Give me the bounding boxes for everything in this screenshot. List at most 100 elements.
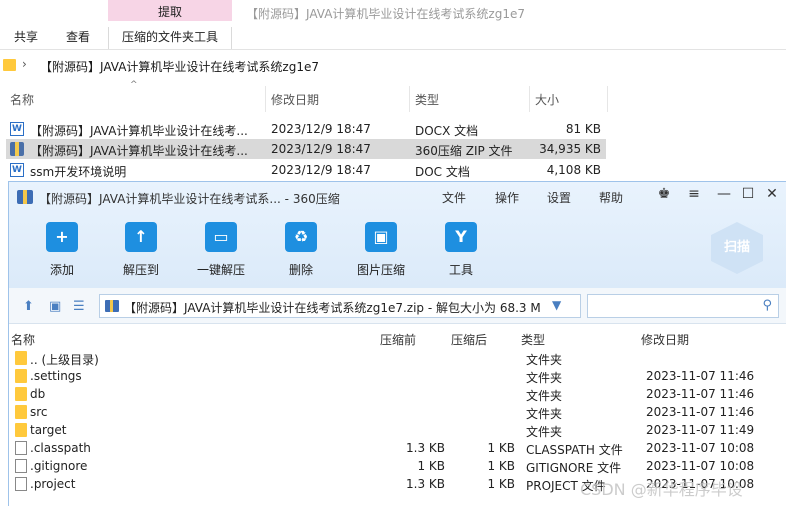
- zip-entry-name: db: [30, 387, 46, 401]
- zip-column-modified[interactable]: 修改日期: [641, 331, 689, 348]
- file-row[interactable]: W 【附源码】JAVA计算机毕业设计在线考... 2023/12/9 18:47…: [6, 119, 606, 139]
- zip-entry-modified: 2023-11-07 11:46: [646, 387, 755, 401]
- folder-icon: [15, 351, 27, 365]
- zip-entry-row[interactable]: .settings 文件夹 2023-11-07 11:46: [9, 367, 786, 385]
- zip-entry-row[interactable]: .gitignore 1 KB 1 KB GITIGNORE 文件 2023-11-07…: [9, 457, 786, 475]
- folder-icon: [3, 59, 16, 71]
- file-modified: 2023/12/9 18:47: [271, 142, 371, 156]
- zip-entry-row[interactable]: src 文件夹 2023-11-07 11:46: [9, 403, 786, 421]
- search-input[interactable]: ⚲: [587, 294, 779, 318]
- zip-entry-modified: 2023-11-07 10:08: [646, 441, 755, 455]
- up-arrow-icon[interactable]: ⬆: [23, 299, 34, 314]
- zip-entry-row[interactable]: .classpath 1.3 KB 1 KB CLASSPATH 文件 2023-11-…: [9, 439, 786, 457]
- column-header-name[interactable]: 名称: [10, 91, 34, 108]
- one-click-extract-icon: ▭: [205, 222, 237, 252]
- zip-entry-row[interactable]: .. (上级目录) 文件夹: [9, 349, 786, 367]
- tab-extract[interactable]: 提取: [108, 3, 232, 20]
- zip-column-after[interactable]: 压缩后: [451, 331, 487, 348]
- file-icon: [15, 459, 27, 473]
- zip-path-box[interactable]: 【附源码】JAVA计算机毕业设计在线考试系统zg1e7.zip - 解包大小为 …: [99, 294, 581, 318]
- zip-entry-row[interactable]: target 文件夹 2023-11-07 11:49: [9, 421, 786, 439]
- thumbnail-view-icon[interactable]: ▣: [49, 299, 61, 314]
- zip-entry-after: 1 KB: [487, 459, 515, 473]
- zip-entry-name: .settings: [30, 369, 82, 383]
- file-modified: 2023/12/9 18:47: [271, 163, 371, 177]
- zip-entry-before: 1.3 KB: [406, 477, 445, 491]
- zip-entry-row[interactable]: db 文件夹 2023-11-07 11:46: [9, 385, 786, 403]
- zip-entry-name: .project: [30, 477, 76, 491]
- tab-view[interactable]: 查看: [66, 27, 90, 49]
- column-divider[interactable]: [529, 86, 530, 112]
- zip-entry-before: 1.3 KB: [406, 441, 445, 455]
- maximize-icon[interactable]: ☐: [739, 186, 757, 202]
- column-divider[interactable]: [607, 86, 608, 112]
- watermark-text: CSDN @新华程序毕设: [580, 480, 743, 499]
- file-row[interactable]: W ssm开发环境说明 2023/12/9 18:47 DOC 文档 4,108…: [6, 160, 606, 180]
- address-bar[interactable]: › 【附源码】JAVA计算机毕业设计在线考试系统zg1e7: [0, 54, 786, 78]
- zip-entry-type: 文件夹: [526, 371, 563, 385]
- file-type: 360压缩 ZIP 文件: [415, 144, 513, 158]
- zip-entry-type: 文件夹: [526, 389, 563, 403]
- menu-lines-icon[interactable]: ≡: [685, 186, 703, 202]
- zip-entry-name: target: [30, 423, 67, 437]
- file-name: 【附源码】JAVA计算机毕业设计在线考...: [30, 124, 248, 138]
- column-header-size[interactable]: 大小: [535, 91, 559, 108]
- tool-label: 图片压缩: [356, 263, 405, 277]
- chevron-down-icon[interactable]: ▼: [552, 298, 561, 312]
- search-icon[interactable]: ⚲: [762, 298, 772, 313]
- address-path[interactable]: 【附源码】JAVA计算机毕业设计在线考试系统zg1e7: [40, 58, 319, 75]
- extract-to-icon: ↑: [125, 222, 157, 252]
- menu-operation[interactable]: 操作: [495, 189, 519, 206]
- zip-entry-modified: 2023-11-07 11:46: [646, 405, 755, 419]
- file-name: 【附源码】JAVA计算机毕业设计在线考...: [30, 144, 248, 158]
- zip-entry-type: 文件夹: [526, 353, 563, 367]
- chevron-right-icon[interactable]: ›: [22, 57, 27, 71]
- zip-entry-before: 1 KB: [417, 459, 445, 473]
- folder-icon: [15, 387, 27, 401]
- tool-delete-button[interactable]: ♻ 删除: [266, 222, 336, 278]
- close-icon[interactable]: ✕: [763, 186, 781, 202]
- shirt-skin-icon[interactable]: ♚: [655, 186, 673, 202]
- zip-entry-name: .gitignore: [30, 459, 88, 473]
- zip-column-type[interactable]: 类型: [521, 331, 545, 348]
- column-divider[interactable]: [265, 86, 266, 112]
- file-type: DOCX 文档: [415, 124, 479, 138]
- column-header-modified[interactable]: 修改日期: [271, 91, 319, 108]
- tab-share[interactable]: 共享: [14, 27, 38, 49]
- zip-navigation-bar: ⬆ ▣ ☰ 【附源码】JAVA计算机毕业设计在线考试系统zg1e7.zip - …: [9, 288, 786, 324]
- list-view-icon[interactable]: ☰: [73, 299, 85, 314]
- column-divider[interactable]: [409, 86, 410, 112]
- word-doc-icon: W: [10, 122, 24, 136]
- tool-one-click-extract-button[interactable]: ▭ 一键解压: [186, 222, 256, 278]
- zip-entry-type: GITIGNORE 文件: [526, 461, 622, 475]
- column-header-type[interactable]: 类型: [415, 91, 439, 108]
- tool-label: 工具: [448, 263, 473, 277]
- tool-extract-to-button[interactable]: ↑ 解压到: [106, 222, 176, 278]
- file-row-selected[interactable]: 【附源码】JAVA计算机毕业设计在线考... 2023/12/9 18:47 3…: [6, 139, 606, 159]
- tool-label: 删除: [288, 263, 313, 277]
- image-compress-icon: ▣: [365, 222, 397, 252]
- tool-image-compress-button[interactable]: ▣ 图片压缩: [346, 222, 416, 278]
- zip-entry-modified: 2023-11-07 11:46: [646, 369, 755, 383]
- tool-label: 一键解压: [196, 263, 245, 277]
- menu-settings[interactable]: 设置: [547, 189, 571, 206]
- folder-icon: [15, 369, 27, 383]
- zip-entry-name: src: [30, 405, 48, 419]
- tool-toolbox-button[interactable]: Y 工具: [426, 222, 496, 278]
- tool-add-button[interactable]: + 添加: [27, 222, 97, 278]
- file-name: ssm开发环境说明: [30, 165, 127, 179]
- tab-compressed-folder-tools[interactable]: 压缩的文件夹工具: [108, 27, 232, 49]
- zip-entry-name: .. (上级目录): [30, 353, 99, 367]
- menu-help[interactable]: 帮助: [599, 189, 623, 206]
- zip-entry-modified: 2023-11-07 10:08: [646, 459, 755, 473]
- zip-column-name[interactable]: 名称: [11, 331, 35, 348]
- file-size: 81 KB: [565, 122, 601, 136]
- explorer-window-title: 【附源码】JAVA计算机毕业设计在线考试系统zg1e7: [246, 7, 525, 21]
- menu-file[interactable]: 文件: [442, 189, 466, 206]
- file-icon: [15, 441, 27, 455]
- minimize-icon[interactable]: —: [715, 186, 733, 202]
- toolbox-icon: Y: [445, 222, 477, 252]
- zip-entry-after: 1 KB: [487, 477, 515, 491]
- folder-icon: [15, 423, 27, 437]
- zip-column-before[interactable]: 压缩前: [380, 331, 416, 348]
